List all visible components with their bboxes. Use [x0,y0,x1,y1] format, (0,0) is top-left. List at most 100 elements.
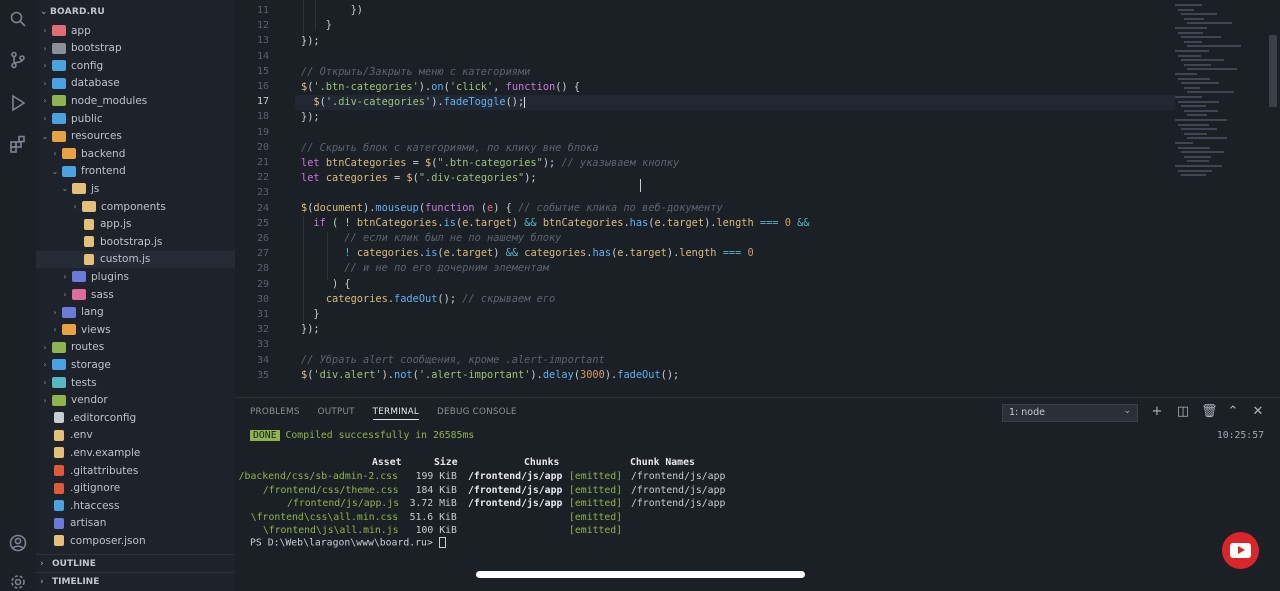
outline-section[interactable]: › OUTLINE [36,554,235,572]
file-icon [54,429,64,441]
file-item[interactable]: artisan [36,515,235,532]
file-item[interactable]: composer.json [36,532,235,549]
code-line: } [301,308,320,320]
search-icon[interactable] [9,10,27,28]
tree-item-label: resources [71,130,122,143]
folder-item[interactable]: › storage [36,356,235,373]
tree-item-label: storage [71,358,111,371]
minimap-line [1181,13,1217,16]
folder-icon [52,60,66,72]
trash-icon[interactable]: 🗑 [1201,405,1218,419]
bottom-panel: PROBLEMS OUTPUT TERMINAL DEBUG CONSOLE 1: n… [235,397,1280,591]
minimap[interactable] [1175,0,1265,200]
chevron-right-icon: › [43,342,47,352]
folder-item[interactable]: ⌄ frontend [36,163,235,180]
minimap-line [1175,27,1207,29]
asset-name: \frontend\js\all.min.js [262,525,399,537]
asset-size: 100 KiB [415,525,457,537]
line-number: 18 [256,111,269,123]
code-line: $('.btn-categories').on('click', functio… [301,81,581,93]
tab-debug-console[interactable]: DEBUG CONSOLE [437,407,517,420]
folder-item[interactable]: › config [36,57,235,74]
minimap-line [1178,123,1209,126]
asset-name: /backend/css/sb-admin-2.css [238,471,398,482]
folder-item[interactable]: ⌄ resources [36,128,235,145]
tree-item-label: bootstrap.js [100,235,163,248]
line-number: 24 [256,202,269,214]
folder-item[interactable]: › lang [36,304,235,321]
extensions-icon[interactable] [9,135,27,153]
folder-icon [52,341,66,353]
maximize-panel-icon[interactable]: ⌃ [1226,405,1240,419]
file-item[interactable]: bootstrap.js [36,233,235,250]
folder-item[interactable]: › views [36,321,235,338]
line-number: 15 [256,65,269,77]
line-number: 23 [256,187,269,199]
tree-item-label: .htaccess [70,499,120,512]
folder-icon [72,183,86,195]
tree-item-label: .env [70,429,93,442]
tab-problems[interactable]: PROBLEMS [250,407,300,420]
minimap-line [1187,160,1209,163]
account-icon[interactable] [9,534,27,552]
file-item[interactable]: app.js [36,216,235,233]
code-line: }) [301,4,363,16]
line-number: 17 [256,96,269,108]
file-item[interactable]: .gitignore [36,480,235,497]
new-terminal-icon[interactable]: + [1150,405,1164,419]
asset-size: 199 KiB [415,471,457,482]
file-item[interactable]: .env.example [36,444,235,461]
file-item[interactable]: .env [36,427,235,444]
folder-item[interactable]: ⌄ js [36,180,235,197]
code-line: $(document).mouseup(function (e) { // со… [301,202,723,214]
folder-icon [52,359,66,371]
compile-status-line: DONE Compiled successfully in 26585ms [250,430,474,441]
file-item[interactable]: .gitattributes [36,462,235,479]
file-item[interactable]: .editorconfig [36,409,235,426]
timeline-section[interactable]: › TIMELINE [36,572,235,590]
folder-item[interactable]: › plugins [36,268,235,285]
folder-item[interactable]: › routes [36,339,235,356]
file-item[interactable]: .htaccess [36,497,235,514]
folder-item[interactable]: › components [36,198,235,215]
youtube-logo-icon[interactable] [1222,532,1259,569]
split-terminal-icon[interactable]: ◫ [1176,405,1190,419]
minimap-line [1175,165,1222,167]
folder-item[interactable]: › bootstrap [36,40,235,57]
terminal-select[interactable]: 1: node ⌄ [1002,404,1138,422]
code-line: // и не по его дочерним элементам [344,262,549,274]
chunk-name: /frontend/js/app [631,498,726,510]
line-number: 34 [256,354,269,366]
code-line: // Открыть/Закрыть меню с категориями [301,66,531,78]
folder-icon [52,42,66,54]
editor-scrollbar-thumb[interactable] [1269,35,1277,107]
folder-item[interactable]: › backend [36,145,235,162]
folder-item[interactable]: › database [36,75,235,92]
minimap-line [1175,142,1193,144]
run-debug-icon[interactable] [9,94,27,112]
terminal-cursor [438,537,446,548]
folder-item[interactable]: › node_modules [36,92,235,109]
close-panel-icon[interactable]: ✕ [1251,405,1265,419]
tree-item-label: frontend [81,165,126,178]
settings-gear-icon[interactable] [9,573,27,591]
folder-item[interactable]: › public [36,110,235,127]
tab-output[interactable]: OUTPUT [318,407,355,420]
line-number: 26 [256,233,269,244]
source-control-icon[interactable] [9,51,27,69]
folder-item[interactable]: › sass [36,286,235,303]
file-icon [54,412,64,424]
explorer-root[interactable]: ⌄ BOARD.RU [40,7,105,17]
code-line: let categories = $(".div-categories"); [301,172,537,184]
chevron-right-icon: › [53,325,57,335]
chevron-right-icon: › [53,307,57,317]
tree-item-label: app [71,24,91,37]
folder-item[interactable]: › tests [36,374,235,391]
minimap-line [1184,63,1211,66]
folder-item[interactable]: › app [36,22,235,39]
tab-terminal[interactable]: TERMINAL [372,407,419,420]
file-item[interactable]: custom.js [36,250,235,268]
code-editor[interactable]: 11 12 13 14 15 16 17 18 19 20 21 22 23 24 25 26 27 28 29 30… [235,0,1280,397]
tree-item-label: custom.js [100,253,151,266]
folder-item[interactable]: › vendor [36,392,235,409]
